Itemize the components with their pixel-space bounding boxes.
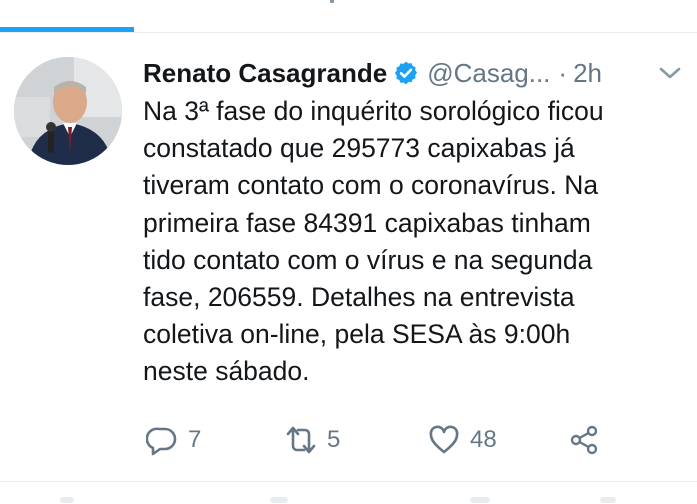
like-button[interactable]: 48 <box>428 420 497 460</box>
top-divider <box>0 32 697 33</box>
reply-icon <box>146 424 178 456</box>
share-icon <box>568 424 600 456</box>
like-count: 48 <box>470 426 497 453</box>
tweet-timestamp[interactable]: 2h <box>573 58 602 89</box>
share-button[interactable] <box>568 420 600 460</box>
bottom-divider <box>0 481 697 482</box>
tweet-text: Na 3ª fase do inquérito sorológico ficou… <box>143 93 693 391</box>
retweet-count: 5 <box>327 426 341 453</box>
tweet-text-line: coletiva on-line, pela SESA às 9:00h <box>143 319 571 350</box>
reply-button[interactable]: 7 <box>146 420 201 460</box>
preview-stub <box>600 497 616 503</box>
top-tab-marker <box>330 0 334 3</box>
tweet-header: Renato Casagrande @Casag... · 2h <box>143 56 688 90</box>
chevron-down-icon[interactable] <box>657 62 683 84</box>
heart-icon <box>428 424 460 456</box>
avatar-photo <box>14 57 122 165</box>
tweet-text-line: tiveram contato com o coronavírus. Na <box>143 170 599 201</box>
header-separator: · <box>558 57 568 88</box>
author-handle[interactable]: @Casag... <box>427 58 550 89</box>
tweet-text-line: tido contato com o vírus e na segunda <box>143 244 593 275</box>
avatar[interactable] <box>14 57 122 165</box>
retweet-icon <box>285 424 317 456</box>
tweet-text-line: neste sábado. <box>143 356 310 387</box>
tweet-text-line: fase, 206559. Detalhes na entrevista <box>143 282 575 313</box>
tweet-actions: 7 5 48 <box>0 420 697 460</box>
preview-stub <box>470 497 490 503</box>
retweet-button[interactable]: 5 <box>285 420 340 460</box>
author-display-name[interactable]: Renato Casagrande <box>143 58 387 89</box>
tweet-text-line: constatado que 295773 capixabas já <box>143 133 575 164</box>
tweet-text-line: primeira fase 84391 capixabas tinham <box>143 207 591 238</box>
tweet-text-line: Na 3ª fase do inquérito sorológico ficou <box>143 96 604 126</box>
reply-count: 7 <box>188 426 202 453</box>
next-tweet-preview <box>0 495 697 504</box>
preview-stub <box>60 497 74 503</box>
verified-badge-icon <box>393 60 419 86</box>
preview-stub <box>270 497 288 503</box>
